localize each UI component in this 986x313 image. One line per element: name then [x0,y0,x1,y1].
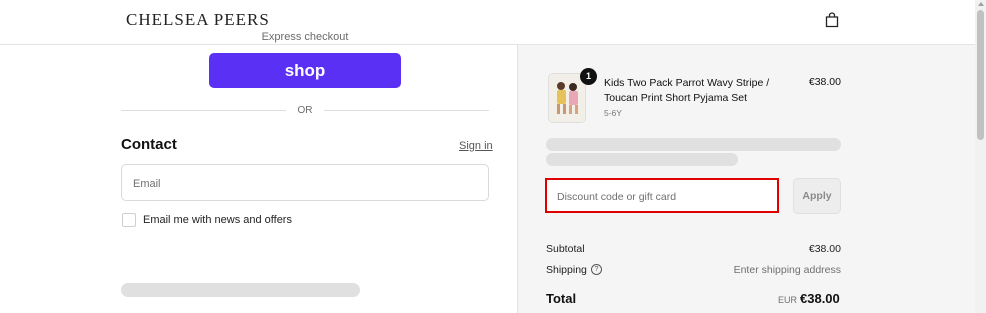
total-value: €38.00 [800,291,840,306]
product-image [549,74,585,122]
newsletter-checkbox[interactable] [122,213,136,227]
apply-discount-button[interactable]: Apply [793,178,841,214]
help-icon[interactable]: ? [591,264,602,275]
shipping-label: Shipping [546,264,587,276]
product-variant: 5-6Y [604,108,622,118]
loading-placeholder [546,138,841,151]
divider-right [324,110,489,111]
contact-title: Contact [121,136,177,153]
product-name: Kids Two Pack Parrot Wavy Stripe / Touca… [604,77,770,104]
quantity-badge: 1 [580,68,597,85]
product-price: €38.00 [808,76,841,88]
total-label: Total [546,291,577,306]
subtotal-label: Subtotal [546,243,585,255]
shopping-bag-icon[interactable] [825,12,839,28]
email-field[interactable] [121,164,489,202]
loading-placeholder [546,153,738,166]
divider-left [121,110,286,111]
brand-logo[interactable]: CHELSEA PEERS [126,10,270,30]
scroll-up-arrow-icon[interactable] [978,2,984,6]
sign-in-link[interactable]: Sign in [459,140,493,152]
discount-code-input[interactable] [555,180,769,213]
shipping-value: Enter shipping address [733,264,841,276]
scrollbar-thumb[interactable] [977,10,984,140]
subtotal-value: €38.00 [808,243,841,255]
divider-or-text: OR [297,105,313,116]
currency-code: EUR [778,295,798,305]
discount-code-field[interactable] [545,178,779,213]
email-input[interactable] [131,165,475,202]
shop-pay-button[interactable]: shop [209,53,401,88]
site-header: CHELSEA PEERS [0,0,986,45]
loading-placeholder [121,283,360,297]
newsletter-label: Email me with news and offers [143,214,292,226]
page-scrollbar[interactable] [975,0,986,313]
express-checkout-label: Express checkout [261,31,349,43]
